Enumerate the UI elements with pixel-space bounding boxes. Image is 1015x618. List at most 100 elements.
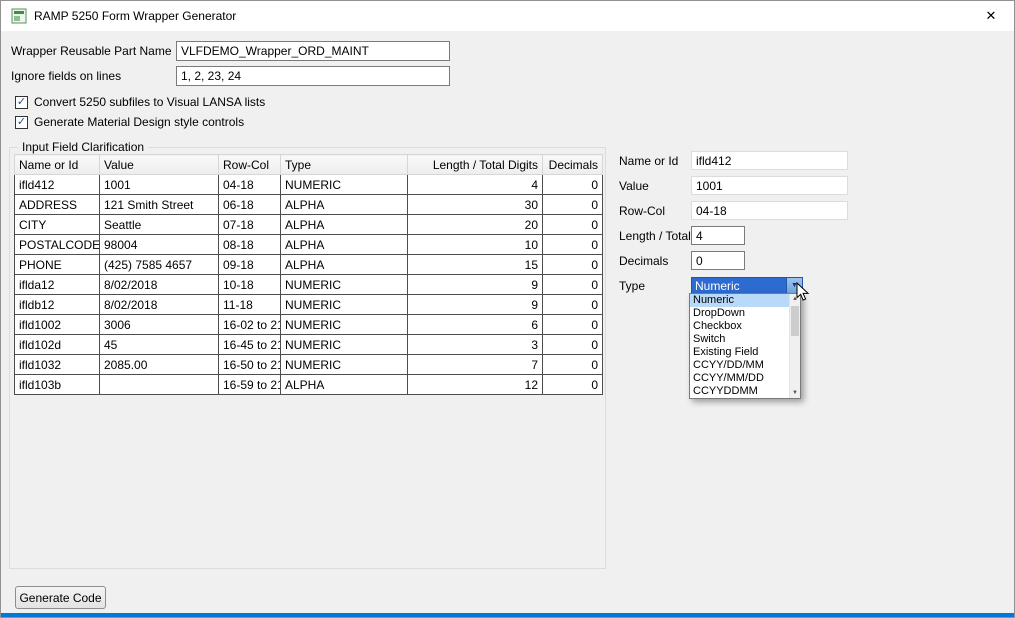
field-table-body: ifld412100104-18NUMERIC40ADDRESS121 Smit… <box>15 175 603 395</box>
table-row[interactable]: POSTALCODE9800408-18ALPHA100 <box>15 235 603 255</box>
table-cell: ifld1032 <box>15 355 100 375</box>
table-cell: NUMERIC <box>281 355 408 375</box>
table-cell: ifld412 <box>15 175 100 195</box>
type-dropdown-list: NumericDropDownCheckboxSwitchExisting Fi… <box>690 294 789 398</box>
checkbox-group: ✓ Convert 5250 subfiles to Visual LANSA l… <box>15 92 265 132</box>
table-row[interactable]: iflda128/02/201810-18NUMERIC90 <box>15 275 603 295</box>
table-row[interactable]: ifldb128/02/201811-18NUMERIC90 <box>15 295 603 315</box>
dropdown-option[interactable]: Existing Field <box>690 346 789 359</box>
checkbox[interactable]: ✓ <box>15 96 28 109</box>
table-cell: 6 <box>408 315 543 335</box>
field-table: Name or IdValueRow-ColTypeLength / Total… <box>14 154 603 395</box>
chevron-down-icon[interactable]: ▼ <box>786 278 802 294</box>
table-row[interactable]: ifld102d4516-45 to 21...NUMERIC30 <box>15 335 603 355</box>
app-window: RAMP 5250 Form Wrapper Generator ✕ Wrapp… <box>0 0 1015 618</box>
close-button[interactable]: ✕ <box>968 1 1014 31</box>
table-row[interactable]: ifld1002300616-02 to 21...NUMERIC60 <box>15 315 603 335</box>
detail-value-input[interactable] <box>691 176 848 195</box>
table-cell: 11-18 <box>219 295 281 315</box>
table-cell: 06-18 <box>219 195 281 215</box>
table-cell: 0 <box>543 355 603 375</box>
table-cell: ALPHA <box>281 235 408 255</box>
window-title: RAMP 5250 Form Wrapper Generator <box>34 9 236 23</box>
table-cell: NUMERIC <box>281 335 408 355</box>
table-cell: 9 <box>408 275 543 295</box>
table-cell: ADDRESS <box>15 195 100 215</box>
table-row[interactable]: ifld412100104-18NUMERIC40 <box>15 175 603 195</box>
table-cell <box>100 375 219 395</box>
dropdown-option[interactable]: CCYY/DD/MM <box>690 359 789 372</box>
titlebar[interactable]: RAMP 5250 Form Wrapper Generator ✕ <box>1 1 1014 31</box>
table-cell: 0 <box>543 255 603 275</box>
table-cell: 30 <box>408 195 543 215</box>
table-cell: 10-18 <box>219 275 281 295</box>
table-cell: 1001 <box>100 175 219 195</box>
detail-rowcol-label: Row-Col <box>619 204 691 218</box>
table-row[interactable]: CITYSeattle07-18ALPHA200 <box>15 215 603 235</box>
table-cell: 16-50 to 21... <box>219 355 281 375</box>
table-cell: 3 <box>408 335 543 355</box>
close-icon: ✕ <box>986 8 997 24</box>
dropdown-option[interactable]: CCYY/MM/DD <box>690 372 789 385</box>
checkbox[interactable]: ✓ <box>15 116 28 129</box>
generate-code-button[interactable]: Generate Code <box>15 586 106 609</box>
table-row[interactable]: PHONE(425) 7585 465709-18ALPHA150 <box>15 255 603 275</box>
scrollbar-thumb[interactable] <box>791 306 799 336</box>
dropdown-option[interactable]: DropDown <box>690 307 789 320</box>
table-cell: ALPHA <box>281 215 408 235</box>
detail-name-input[interactable] <box>691 151 848 170</box>
column-header[interactable]: Type <box>281 155 408 175</box>
type-dropdown-popup: NumericDropDownCheckboxSwitchExisting Fi… <box>689 293 801 399</box>
column-header[interactable]: Row-Col <box>219 155 281 175</box>
checkbox-row[interactable]: ✓ Convert 5250 subfiles to Visual LANSA l… <box>15 92 265 112</box>
table-header-row: Name or IdValueRow-ColTypeLength / Total… <box>15 155 603 175</box>
detail-rowcol-input[interactable] <box>691 201 848 220</box>
detail-decimals-label: Decimals <box>619 254 691 268</box>
table-cell: 09-18 <box>219 255 281 275</box>
ignore-lines-input[interactable] <box>176 66 450 86</box>
detail-panel: Name or Id Value Row-Col Length / Total … <box>619 148 848 298</box>
table-cell: 20 <box>408 215 543 235</box>
dropdown-option[interactable]: Checkbox <box>690 320 789 333</box>
table-cell: 15 <box>408 255 543 275</box>
column-header[interactable]: Decimals <box>543 155 603 175</box>
dropdown-option[interactable]: Switch <box>690 333 789 346</box>
detail-length-input[interactable] <box>691 226 745 245</box>
dropdown-option[interactable]: Numeric <box>690 294 789 307</box>
table-cell: 10 <box>408 235 543 255</box>
table-cell: 98004 <box>100 235 219 255</box>
table-cell: ifld1002 <box>15 315 100 335</box>
detail-length-label: Length / Total D <box>619 229 691 243</box>
ignore-lines-label: Ignore fields on lines <box>11 66 121 86</box>
table-cell: 9 <box>408 295 543 315</box>
column-header[interactable]: Name or Id <box>15 155 100 175</box>
table-cell: NUMERIC <box>281 175 408 195</box>
table-cell: ALPHA <box>281 195 408 215</box>
column-header[interactable]: Length / Total Digits <box>408 155 543 175</box>
dropdown-option[interactable]: CCYYDDMM <box>690 385 789 398</box>
table-cell: 0 <box>543 175 603 195</box>
table-cell: 16-45 to 21... <box>219 335 281 355</box>
scroll-down-icon[interactable]: ▼ <box>790 388 800 398</box>
column-header[interactable]: Value <box>100 155 219 175</box>
table-cell: iflda12 <box>15 275 100 295</box>
table-cell: 07-18 <box>219 215 281 235</box>
dropdown-scrollbar[interactable]: ▲ ▼ <box>789 294 800 398</box>
detail-type-label: Type <box>619 279 691 293</box>
type-combobox[interactable]: Numeric ▼ <box>691 277 803 295</box>
scroll-up-icon[interactable]: ▲ <box>790 294 800 304</box>
table-cell: ifld103b <box>15 375 100 395</box>
checkbox-label: Convert 5250 subfiles to Visual LANSA li… <box>34 95 265 109</box>
checkbox-row[interactable]: ✓Generate Material Design style controls <box>15 112 265 132</box>
wrapper-name-input[interactable] <box>176 41 450 61</box>
table-row[interactable]: ifld103b16-59 to 21...ALPHA120 <box>15 375 603 395</box>
detail-value-label: Value <box>619 179 691 193</box>
table-cell: PHONE <box>15 255 100 275</box>
table-cell: 0 <box>543 215 603 235</box>
table-cell: 0 <box>543 335 603 355</box>
detail-decimals-input[interactable] <box>691 251 745 270</box>
app-icon[interactable] <box>11 8 27 24</box>
table-row[interactable]: ADDRESS121 Smith Street06-18ALPHA300 <box>15 195 603 215</box>
group-legend: Input Field Clarification <box>18 140 148 154</box>
table-row[interactable]: ifld10322085.0016-50 to 21...NUMERIC70 <box>15 355 603 375</box>
